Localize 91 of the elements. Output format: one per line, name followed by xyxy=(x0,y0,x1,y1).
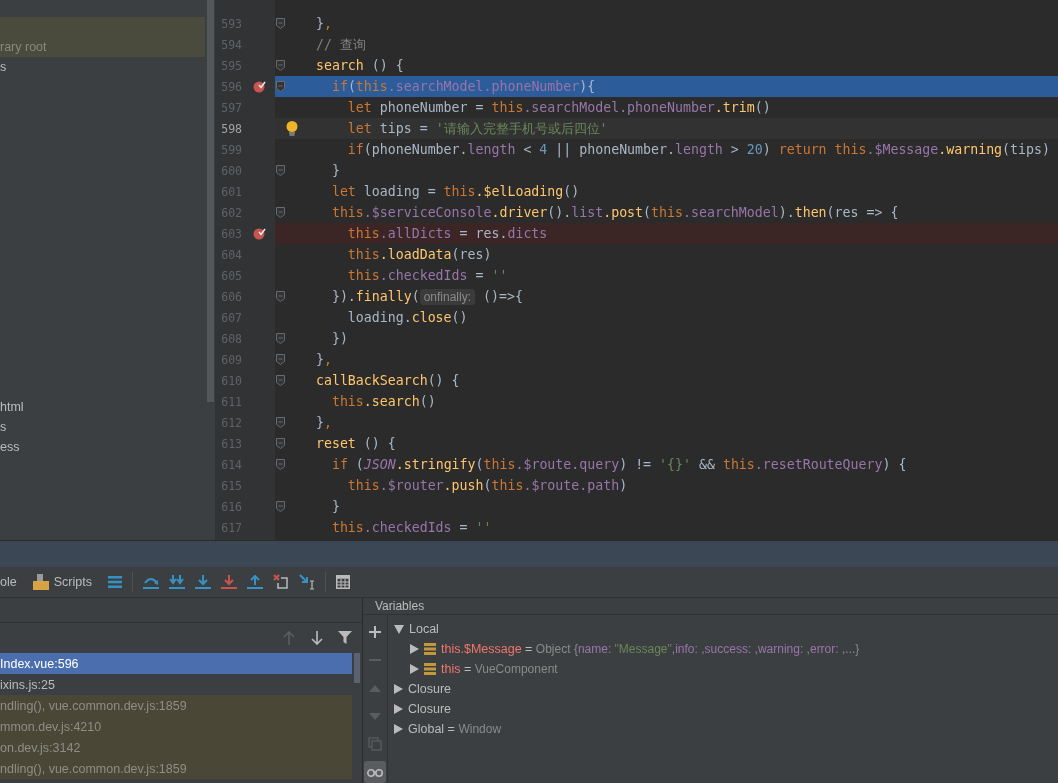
collapsed-arrow-icon[interactable] xyxy=(394,704,403,714)
stack-frame[interactable]: Index.vue:596 xyxy=(0,653,352,674)
step-out-icon[interactable] xyxy=(246,575,263,589)
plus-icon xyxy=(368,625,382,639)
step-over-icon[interactable] xyxy=(168,575,185,589)
field-icon xyxy=(424,643,436,655)
fold-marker-icon[interactable] xyxy=(275,459,285,470)
code-line: this.allDicts = res.dicts xyxy=(346,225,548,243)
frame-tool-button[interactable] xyxy=(308,629,326,647)
variable-entry[interactable]: Closure xyxy=(408,702,452,716)
fold-marker-icon[interactable] xyxy=(275,81,285,92)
project-tree-item[interactable]: ess xyxy=(0,437,20,457)
code-line: let tips = '请输入完整手机号或后四位' xyxy=(346,120,608,138)
fold-marker-icon[interactable] xyxy=(275,291,285,302)
triangle-down-icon xyxy=(369,712,381,720)
variable-entry[interactable]: this.$Message = Object {name: "Message",info: ,success: ,warning: ,error: ,...} xyxy=(441,642,860,656)
code-line: if(this.searchModel.phoneNumber){ xyxy=(330,78,596,96)
fold-marker-icon[interactable] xyxy=(275,354,285,365)
code-line: search () { xyxy=(314,57,404,75)
run-to-cursor-icon[interactable] xyxy=(298,574,315,590)
code-line: reset () { xyxy=(314,435,396,453)
project-tree-item[interactable]: s xyxy=(0,417,7,437)
fold-marker-icon[interactable] xyxy=(275,501,285,512)
stack-frame[interactable]: ndling(), vue.common.dev.js:1859 xyxy=(0,758,352,779)
scrollbar-thumb[interactable] xyxy=(206,0,214,402)
variables-title: Variables xyxy=(375,599,425,613)
project-tree-item[interactable]: s xyxy=(0,57,7,77)
calculator-icon[interactable] xyxy=(335,575,350,589)
code-line: this.checkedIds = '' xyxy=(330,519,492,537)
variable-entry[interactable]: Global = Window xyxy=(408,722,502,736)
code-line: }, xyxy=(314,15,332,33)
watches-toggle-button[interactable] xyxy=(364,761,386,783)
code-line: } xyxy=(330,162,340,180)
code-line: let phoneNumber = this.searchModel.phoneNumber.trim() xyxy=(346,99,771,117)
project-tree-item[interactable]: html xyxy=(0,397,24,417)
fold-marker-icon[interactable] xyxy=(275,60,285,71)
code-line: if(phoneNumber.length < 4 || phoneNumber.length > 20) return this.$Message.warning(tips) xyxy=(346,141,1050,160)
collapsed-arrow-icon[interactable] xyxy=(394,724,403,734)
fold-marker-icon[interactable] xyxy=(275,207,285,218)
step-into-icon[interactable] xyxy=(194,575,211,589)
code-line: }).finally( onfinally: ()=>{ xyxy=(330,287,523,307)
code-line: }, xyxy=(314,414,332,432)
drop-frame-icon[interactable] xyxy=(272,574,289,590)
stack-frame[interactable]: mmon.dev.js:4210 xyxy=(0,716,352,737)
collapsed-arrow-icon[interactable] xyxy=(410,664,419,674)
code-line: this.$serviceConsole.driver().list.post(this.searchModel).then(res => { xyxy=(330,204,899,222)
debug-tab[interactable]: Scripts xyxy=(32,570,98,594)
lightbulb-icon[interactable] xyxy=(286,121,298,136)
line-number: 598 xyxy=(220,121,242,136)
fold-marker-icon[interactable] xyxy=(275,18,285,29)
step-over-icon[interactable] xyxy=(142,575,159,589)
frame-tool-button[interactable] xyxy=(336,629,354,647)
code-line: }) xyxy=(330,330,348,348)
code-line: let loading = this.$elLoading() xyxy=(330,183,580,201)
code-line: // 查询 xyxy=(314,36,366,54)
code-line: }, xyxy=(314,351,332,369)
fold-marker-icon[interactable] xyxy=(275,438,285,449)
code-line: } xyxy=(330,498,340,516)
collapsed-arrow-icon[interactable] xyxy=(410,644,419,654)
js-file-icon xyxy=(32,574,49,590)
breakpoint-icon[interactable] xyxy=(252,80,266,93)
list-icon[interactable] xyxy=(107,576,122,588)
code-line: if (JSON.stringify(this.$route.query) != '{}' && this.resetRouteQuery) { xyxy=(330,456,907,474)
code-line: this.loadData(res) xyxy=(346,246,492,264)
field-icon xyxy=(424,663,436,675)
variable-entry[interactable]: Local xyxy=(409,622,439,636)
arrow-down-icon xyxy=(311,631,323,645)
code-line: loading.close() xyxy=(346,309,468,327)
fold-marker-icon[interactable] xyxy=(275,417,285,428)
fold-marker-icon[interactable] xyxy=(275,375,285,386)
filter-icon xyxy=(338,631,352,645)
step-into-icon[interactable] xyxy=(220,575,237,589)
fold-marker-icon[interactable] xyxy=(275,333,285,344)
stack-frame[interactable]: on.dev.js:3142 xyxy=(0,737,352,758)
fold-marker-icon[interactable] xyxy=(275,165,285,176)
variable-entry[interactable]: this = VueComponent xyxy=(441,662,558,676)
glasses-icon xyxy=(367,767,383,777)
copy-icon xyxy=(368,737,382,751)
code-line: this.$router.push(this.$route.path) xyxy=(346,477,628,495)
expanded-arrow-icon[interactable] xyxy=(394,624,404,634)
code-line: this.search() xyxy=(330,393,436,411)
triangle-up-icon xyxy=(369,684,381,692)
debug-tab[interactable]: ole xyxy=(0,570,23,594)
stack-frame[interactable]: ndling(), vue.common.dev.js:1859 xyxy=(0,695,352,716)
code-line: this.checkedIds = '' xyxy=(346,267,508,285)
breakpoint-icon[interactable] xyxy=(252,227,266,240)
code-line: callBackSearch() { xyxy=(314,372,460,390)
scrollbar-thumb[interactable] xyxy=(354,653,360,683)
collapsed-arrow-icon[interactable] xyxy=(394,684,403,694)
arrow-up-icon xyxy=(283,631,295,645)
variable-entry[interactable]: Closure xyxy=(408,682,452,696)
